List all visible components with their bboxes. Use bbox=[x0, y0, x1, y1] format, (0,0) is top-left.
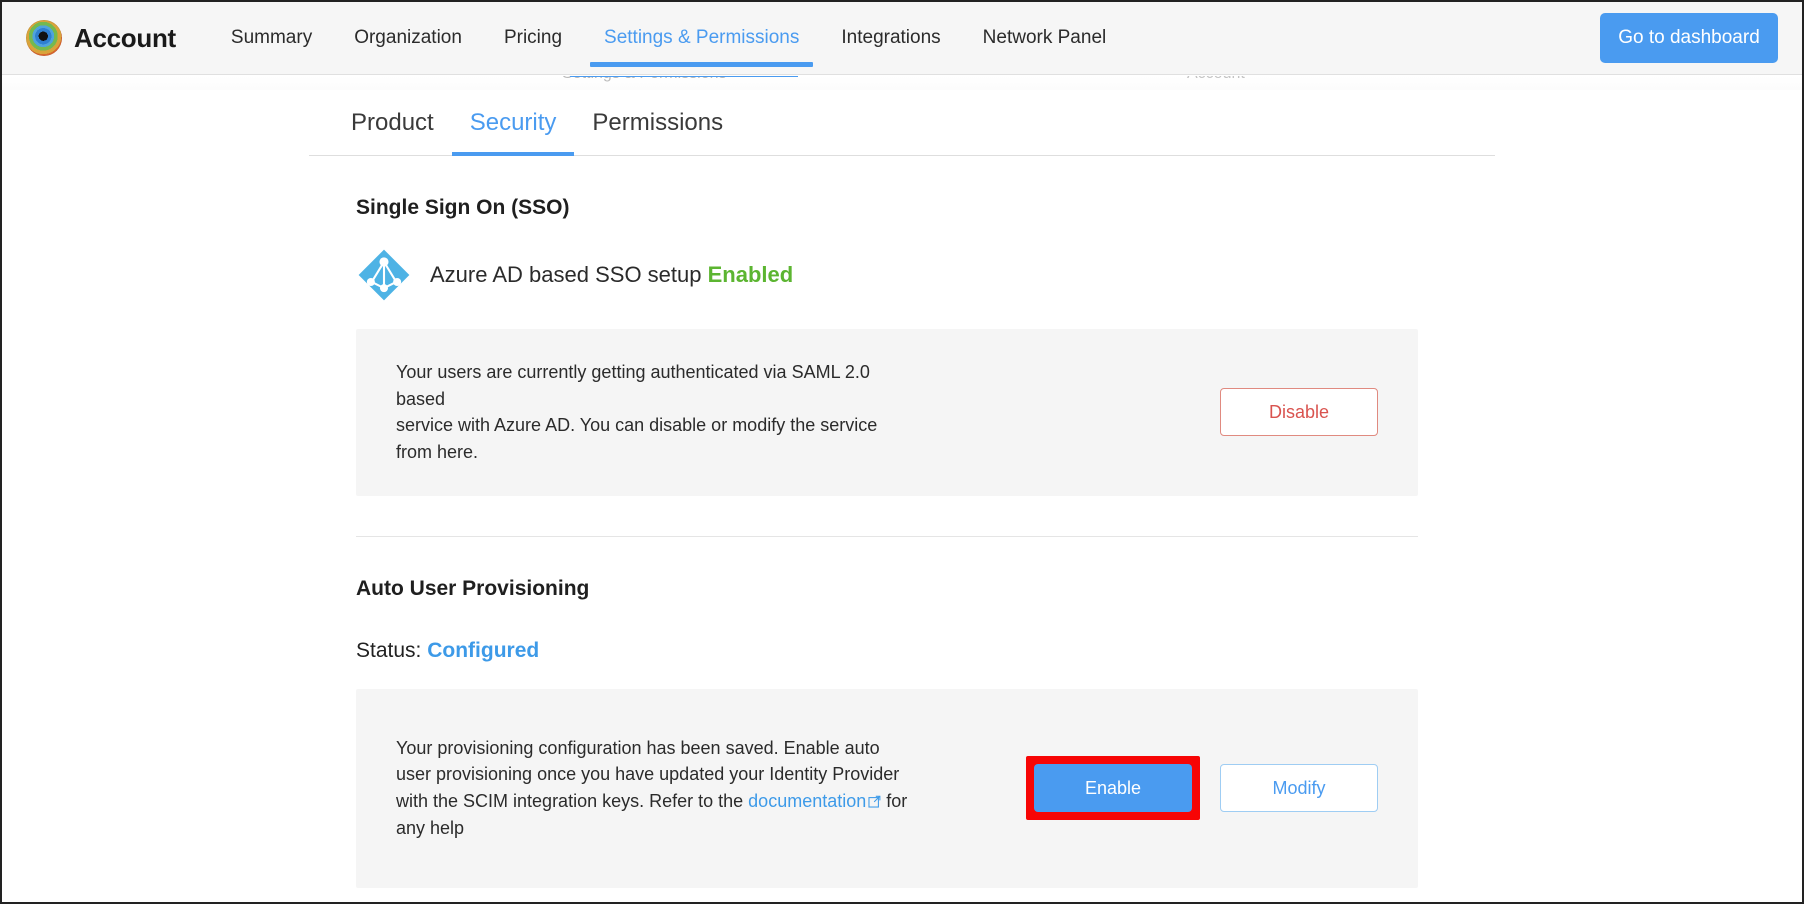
provisioning-section-title: Auto User Provisioning bbox=[356, 576, 590, 600]
provisioning-status-value: Configured bbox=[427, 638, 540, 662]
ghost-active-underline bbox=[570, 76, 798, 77]
sso-description-line1: Your users are currently getting authent… bbox=[396, 362, 870, 409]
tab-product[interactable]: Product bbox=[333, 109, 452, 155]
go-to-dashboard-button[interactable]: Go to dashboard bbox=[1600, 13, 1778, 63]
scrolled-content-sliver: Settings & Permissions Account bbox=[2, 76, 1802, 90]
provisioning-status-line: Status: Configured bbox=[356, 639, 1471, 663]
nav-item-pricing[interactable]: Pricing bbox=[483, 2, 583, 75]
nav-item-settings-permissions[interactable]: Settings & Permissions bbox=[583, 2, 820, 75]
settings-tabs: Product Security Permissions bbox=[309, 90, 1495, 156]
nav-item-summary[interactable]: Summary bbox=[210, 2, 333, 75]
brand-title: Account bbox=[74, 22, 176, 53]
app-window: Account Summary Organization Pricing Set… bbox=[0, 0, 1804, 904]
enable-button-highlight: Enable bbox=[1026, 756, 1200, 821]
sso-setup-text: Azure AD based SSO setup bbox=[430, 262, 702, 287]
provisioning-description: Your provisioning configuration has been… bbox=[396, 735, 916, 843]
provisioning-info-box: Your provisioning configuration has been… bbox=[356, 688, 1418, 888]
sso-provider-row: Azure AD based SSO setup Enabled bbox=[356, 247, 1471, 303]
documentation-link[interactable]: documentation bbox=[748, 791, 866, 811]
provisioning-actions: Enable Modify bbox=[1026, 756, 1378, 821]
tab-permissions[interactable]: Permissions bbox=[574, 109, 741, 155]
disable-sso-button[interactable]: Disable bbox=[1220, 388, 1378, 437]
sso-setup-label: Azure AD based SSO setup Enabled bbox=[430, 262, 793, 288]
ghost-text-left: Settings & Permissions bbox=[562, 76, 727, 83]
nav-item-integrations[interactable]: Integrations bbox=[820, 2, 961, 75]
ghost-text-right: Account bbox=[1187, 76, 1245, 83]
azure-active-directory-icon bbox=[356, 247, 412, 303]
tab-security[interactable]: Security bbox=[451, 109, 575, 156]
sso-description-line2: service with Azure AD. You can disable o… bbox=[396, 415, 878, 462]
external-link-icon bbox=[868, 789, 881, 816]
sso-status-badge: Enabled bbox=[707, 262, 794, 287]
section-divider bbox=[356, 535, 1418, 537]
nav-item-organization[interactable]: Organization bbox=[333, 2, 483, 75]
eye-logo-icon bbox=[26, 20, 62, 56]
enable-provisioning-button[interactable]: Enable bbox=[1034, 764, 1192, 813]
nav-item-network-panel[interactable]: Network Panel bbox=[962, 2, 1128, 75]
sso-description: Your users are currently getting authent… bbox=[396, 359, 916, 466]
main-content: Product Security Permissions Single Sign… bbox=[2, 90, 1802, 902]
primary-nav: Summary Organization Pricing Settings & … bbox=[210, 2, 1127, 75]
modify-provisioning-button[interactable]: Modify bbox=[1220, 764, 1378, 813]
top-navigation-bar: Account Summary Organization Pricing Set… bbox=[2, 2, 1802, 75]
provisioning-status-prefix: Status: bbox=[356, 638, 422, 662]
security-panel: Single Sign On (SSO) Azure AD based SSO … bbox=[309, 196, 1495, 888]
sso-info-box: Your users are currently getting authent… bbox=[356, 329, 1418, 496]
sso-section-title: Single Sign On (SSO) bbox=[356, 196, 570, 219]
brand[interactable]: Account bbox=[26, 20, 176, 56]
